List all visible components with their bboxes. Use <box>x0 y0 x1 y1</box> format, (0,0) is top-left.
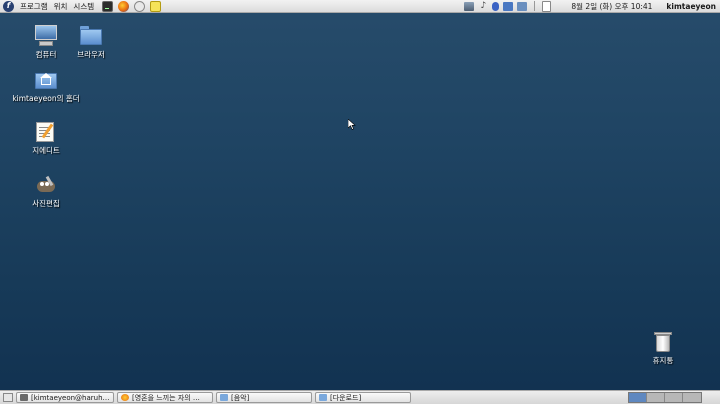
desktop-icon-label: 사진편집 <box>32 199 60 208</box>
terminal-icon[interactable] <box>102 0 114 12</box>
taskbar-item-label: [kimtaeyeon@haruh… <box>31 393 110 402</box>
gimp-icon <box>34 174 58 196</box>
taskbar-item-label: [다운로드] <box>330 393 362 402</box>
home-folder-icon <box>34 69 58 91</box>
menu-places[interactable]: 위치 <box>54 1 68 12</box>
folder-icon <box>79 25 103 47</box>
desktop-icon-label: 지에디트 <box>32 146 60 155</box>
network-icon[interactable] <box>464 1 475 11</box>
firefox-icon <box>121 394 129 401</box>
folder-icon <box>319 394 327 401</box>
gedit-icon <box>34 121 58 143</box>
computer-icon <box>34 25 58 47</box>
launchers <box>102 0 162 12</box>
desktop-icon-gimp[interactable]: 사진편집 <box>11 174 81 209</box>
desktop-icon-label: 컴퓨터 <box>35 50 57 59</box>
taskbar-item-terminal[interactable]: [kimtaeyeon@haruh… <box>16 392 114 403</box>
system-tray: ♪ <box>464 0 552 12</box>
terminal-icon <box>20 394 28 401</box>
tray-divider <box>534 1 536 11</box>
desktop-icon-gedit[interactable]: 지에디트 <box>11 121 81 156</box>
show-desktop-button[interactable] <box>3 393 13 402</box>
workspace-2[interactable] <box>647 393 665 402</box>
bluetooth-icon[interactable] <box>492 1 500 11</box>
taskbar-item-label: [음악] <box>231 393 250 402</box>
desktop-icon-home[interactable]: kimtaeyeon의 홈더 <box>11 69 81 104</box>
display-icon[interactable] <box>503 1 514 11</box>
update-icon[interactable] <box>517 1 528 11</box>
folder-icon <box>220 394 228 401</box>
workspace-switcher <box>628 392 702 403</box>
desktop-icon-label: kimtaeyeon의 홈더 <box>12 94 80 103</box>
taskbar-item-downloads-folder[interactable]: [다운로드] <box>315 392 411 403</box>
taskbar-item-label: [영혼을 느끼는 자의 … <box>132 393 200 402</box>
fedora-logo-icon[interactable]: f <box>3 0 14 12</box>
taskbar-item-music-folder[interactable]: [음악] <box>216 392 312 403</box>
firefox-icon[interactable] <box>118 0 130 12</box>
user-menu[interactable]: kimtaeyeon <box>666 2 716 11</box>
notes-icon[interactable] <box>150 0 162 12</box>
desktop-icon-trash[interactable]: 휴지통 <box>628 331 698 366</box>
workspace-1[interactable] <box>629 393 647 402</box>
top-panel: f 프로그램 위치 시스템 ♪ 8월 2일 (화) 오후 10:41 kimta… <box>0 0 720 13</box>
mail-icon[interactable] <box>134 0 146 12</box>
menu-applications[interactable]: 프로그램 <box>20 1 48 12</box>
bottom-panel: [kimtaeyeon@haruh… [영혼을 느끼는 자의 … [음악] [다… <box>0 390 720 404</box>
clock[interactable]: 8월 2일 (화) 오후 10:41 <box>571 1 652 12</box>
mouse-cursor-icon <box>348 119 356 130</box>
trash-icon <box>651 331 675 353</box>
taskbar-item-firefox[interactable]: [영혼을 느끼는 자의 … <box>117 392 213 403</box>
menu-system[interactable]: 시스템 <box>73 1 94 12</box>
document-icon[interactable] <box>542 0 552 12</box>
desktop-icon-label: 휴지통 <box>652 356 674 365</box>
volume-icon[interactable]: ♪ <box>478 1 488 11</box>
desktop-icon-label: 브라우저 <box>77 50 105 59</box>
workspace-4[interactable] <box>683 393 701 402</box>
desktop-icon-browser[interactable]: 브라우저 <box>56 25 126 60</box>
workspace-3[interactable] <box>665 393 683 402</box>
